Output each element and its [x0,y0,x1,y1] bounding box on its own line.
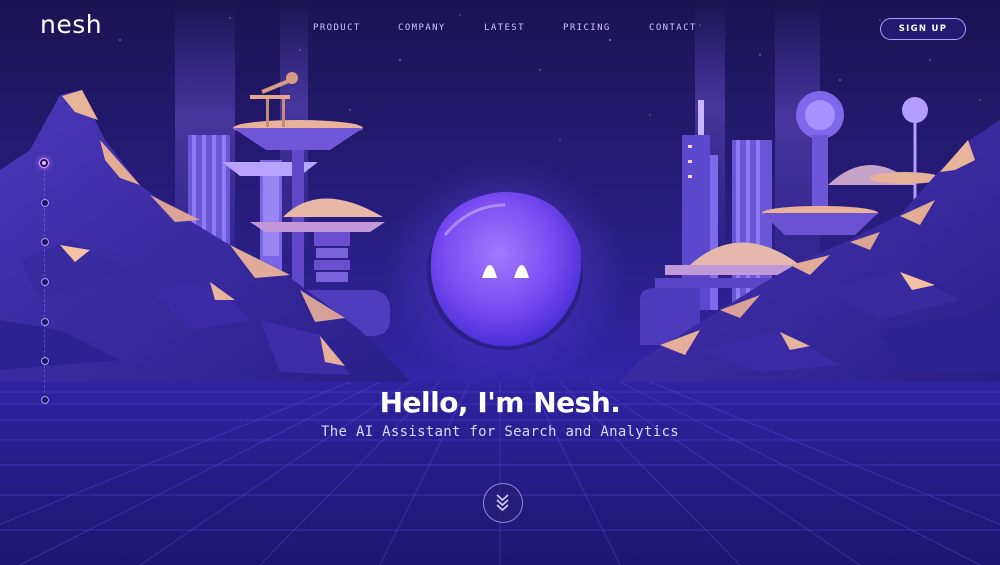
section-dots-nav [38,155,52,405]
hero-illustration [0,0,1000,565]
nav-product[interactable]: PRODUCT [313,23,361,33]
section-dot-4[interactable] [41,278,49,286]
section-dot-6[interactable] [41,357,49,365]
nav-company[interactable]: COMPANY [398,23,446,33]
hero-headline: Hello, I'm Nesh. [379,386,621,419]
nav-latest[interactable]: LATEST [484,23,525,33]
scroll-down-button[interactable] [483,483,523,523]
sign-up-button[interactable]: SIGN UP [880,18,966,40]
section-dot-2[interactable] [41,199,49,207]
nav-pricing[interactable]: PRICING [563,23,611,33]
nesh-logo[interactable]: nesh [40,10,102,39]
section-dot-5[interactable] [41,318,49,326]
section-dot-1[interactable] [39,158,49,168]
nav-contact[interactable]: CONTACT [649,23,697,33]
hero-subhead: The AI Assistant for Search and Analytic… [321,424,679,440]
chevron-double-down-icon [496,494,509,512]
section-dot-3[interactable] [41,238,49,246]
main-nav: PRODUCT COMPANY LATEST PRICING CONTACT [300,23,720,37]
nesh-orb [385,152,625,392]
